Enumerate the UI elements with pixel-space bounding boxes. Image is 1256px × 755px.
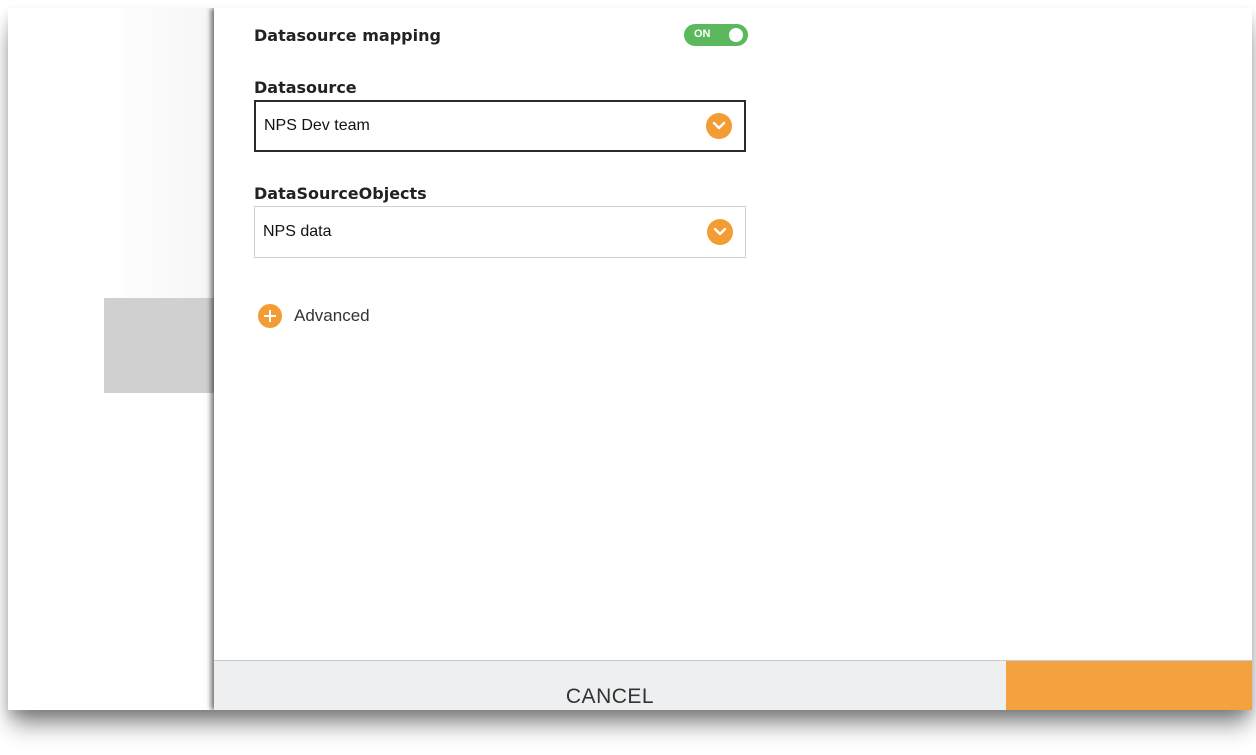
chevron-down-icon[interactable] <box>706 113 732 139</box>
datasource-select[interactable]: NPS Dev team <box>254 100 746 152</box>
confirm-button[interactable] <box>1006 661 1252 710</box>
datasource-mapping-label: Datasource mapping <box>254 26 441 45</box>
datasource-value: NPS Dev team <box>264 117 370 134</box>
advanced-toggle[interactable]: Advanced <box>258 302 370 330</box>
cancel-button[interactable]: CANCEL <box>214 661 1006 710</box>
panel-footer: CANCEL <box>214 660 1252 710</box>
datasource-objects-label: DataSourceObjects <box>254 184 427 203</box>
datasource-mapping-toggle[interactable]: ON <box>684 24 748 46</box>
background-block <box>104 298 216 393</box>
background-fade <box>104 8 214 298</box>
plus-circle-icon <box>258 304 282 328</box>
cancel-label: CANCEL <box>565 685 655 708</box>
advanced-label: Advanced <box>294 306 370 325</box>
datasource-objects-value: NPS data <box>263 223 332 240</box>
datasource-objects-select[interactable]: NPS data <box>254 206 746 258</box>
app-window: Datasource mapping ON Datasource NPS Dev… <box>8 8 1252 710</box>
datasource-panel: Datasource mapping ON Datasource NPS Dev… <box>214 8 1252 710</box>
chevron-down-icon[interactable] <box>707 219 733 245</box>
datasource-label: Datasource <box>254 78 357 97</box>
toggle-knob <box>729 28 743 42</box>
toggle-state-text: ON <box>694 28 711 40</box>
